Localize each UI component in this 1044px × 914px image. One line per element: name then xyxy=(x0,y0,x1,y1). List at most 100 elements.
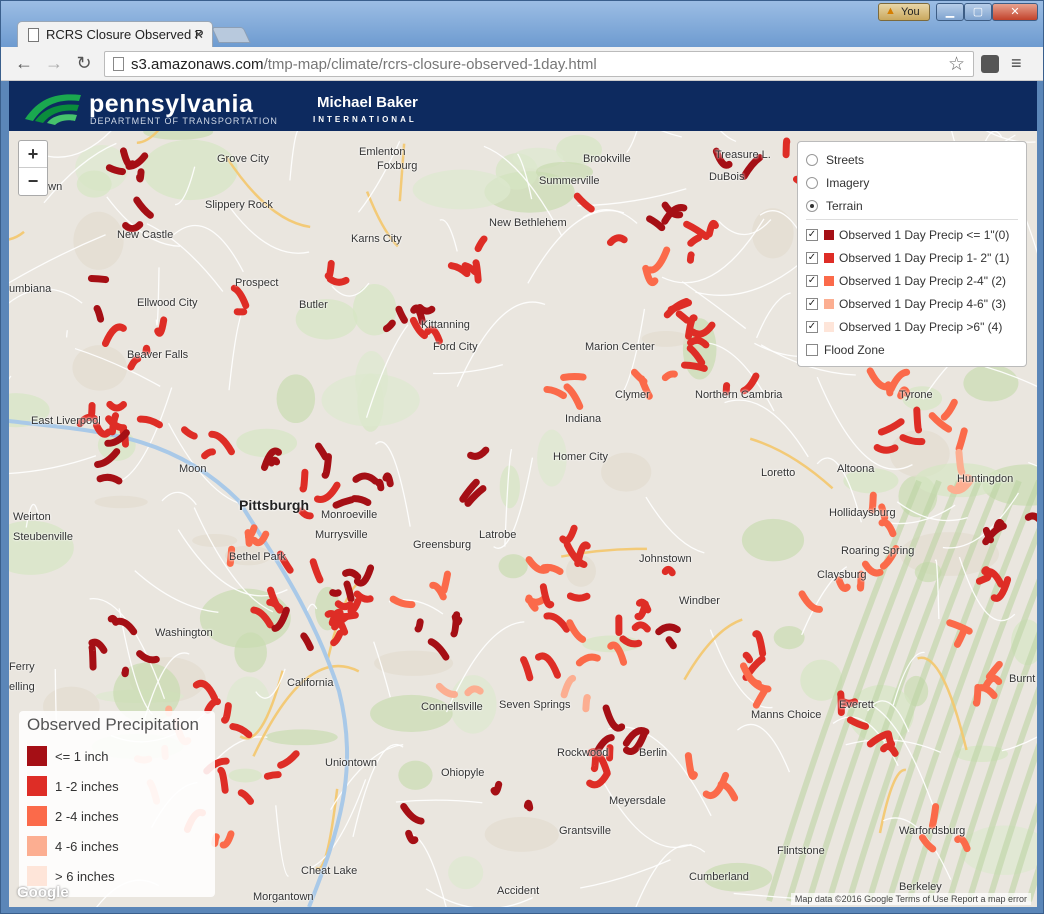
closure-segment[interactable] xyxy=(136,415,163,429)
overlay-layer-option[interactable]: ✓ Observed 1 Day Precip >6" (4) xyxy=(806,315,1018,338)
closure-segment[interactable] xyxy=(752,687,768,709)
forward-arrow-icon[interactable]: → xyxy=(43,52,65,74)
closure-segment[interactable] xyxy=(559,524,578,545)
closure-segment[interactable] xyxy=(332,496,355,509)
closure-segment[interactable] xyxy=(219,830,235,849)
closure-segment[interactable] xyxy=(661,370,678,382)
closure-segment[interactable] xyxy=(899,434,926,446)
closure-segment[interactable] xyxy=(745,673,772,693)
closure-segment[interactable] xyxy=(687,234,703,247)
zoom-out-button[interactable]: − xyxy=(19,168,47,195)
closure-segment[interactable] xyxy=(655,623,681,636)
zoom-in-button[interactable]: + xyxy=(19,141,47,168)
closure-segment[interactable] xyxy=(972,683,982,707)
checkbox[interactable]: ✓ xyxy=(806,320,818,333)
overlay-layer-option[interactable]: ✓ Observed 1 Day Precip 1- 2" (1) xyxy=(806,246,1018,269)
closure-segment[interactable] xyxy=(329,589,342,597)
closure-segment[interactable] xyxy=(877,418,905,436)
closure-segment[interactable] xyxy=(300,632,314,652)
closure-segment[interactable] xyxy=(686,251,695,264)
closure-segment[interactable] xyxy=(324,259,335,280)
closure-segment[interactable] xyxy=(352,472,379,485)
closure-segment[interactable] xyxy=(88,644,97,671)
closure-segment[interactable] xyxy=(913,406,923,434)
closure-segment[interactable] xyxy=(416,303,436,315)
closure-segment[interactable] xyxy=(955,427,968,453)
reload-icon[interactable]: ↻ xyxy=(73,52,95,74)
closure-segment[interactable] xyxy=(975,574,992,585)
closure-segment[interactable] xyxy=(133,196,154,219)
closure-segment[interactable] xyxy=(582,694,591,713)
closure-segment[interactable] xyxy=(835,576,851,592)
closure-segment[interactable] xyxy=(940,398,958,421)
base-layer-option[interactable]: Imagery xyxy=(806,171,1018,194)
closure-segment[interactable] xyxy=(405,829,419,845)
overlay-layer-option[interactable]: ✓ Observed 1 Day Precip 2-4" (2) xyxy=(806,269,1018,292)
closure-segment[interactable] xyxy=(866,367,893,391)
closure-segment[interactable] xyxy=(742,651,754,664)
closure-segment[interactable] xyxy=(646,215,666,232)
closure-segment[interactable] xyxy=(333,611,359,621)
closure-segment[interactable] xyxy=(93,304,105,323)
closure-segment[interactable] xyxy=(474,235,488,253)
closure-segment[interactable] xyxy=(563,383,584,410)
bookmark-star-icon[interactable]: ☆ xyxy=(948,53,965,76)
menu-icon[interactable]: ≡ xyxy=(1011,53,1022,74)
closure-segment[interactable] xyxy=(560,674,577,699)
user-profile-button[interactable]: ▲ You xyxy=(878,3,930,21)
closure-segment[interactable] xyxy=(353,590,374,603)
address-bar[interactable]: s3.amazonaws.com/tmp-map/climate/rcrs-cl… xyxy=(104,51,974,77)
closure-segment[interactable] xyxy=(1024,512,1037,531)
closure-segment[interactable] xyxy=(414,618,424,633)
closure-segment[interactable] xyxy=(424,325,443,345)
radio-button[interactable] xyxy=(806,199,818,212)
closure-segment[interactable] xyxy=(112,617,138,636)
closure-segment[interactable] xyxy=(520,656,534,682)
closure-segment[interactable] xyxy=(534,652,561,679)
closure-segment[interactable] xyxy=(375,478,385,492)
closure-segment[interactable] xyxy=(631,621,651,633)
overlay-layer-option[interactable]: Flood Zone xyxy=(806,338,1018,361)
radio-button[interactable] xyxy=(806,176,818,189)
closure-segment[interactable] xyxy=(342,568,362,581)
closure-segment[interactable] xyxy=(106,400,127,412)
closure-segment[interactable] xyxy=(350,495,372,507)
closure-segment[interactable] xyxy=(560,372,587,381)
closure-segment[interactable] xyxy=(201,448,217,460)
new-tab-button[interactable] xyxy=(211,27,251,43)
closure-segment[interactable] xyxy=(382,319,396,333)
closure-segment[interactable] xyxy=(981,566,993,579)
overlay-layer-option[interactable]: ✓ Observed 1 Day Precip <= 1"(0) xyxy=(806,223,1018,246)
overlay-layer-option[interactable]: ✓ Observed 1 Day Precip 4-6" (3) xyxy=(806,292,1018,315)
closure-segment[interactable] xyxy=(315,442,329,461)
minimize-button[interactable]: ▁ xyxy=(936,3,964,21)
closure-segment[interactable] xyxy=(119,147,137,169)
closure-segment[interactable] xyxy=(946,619,973,635)
map-canvas[interactable]: Grove City Emlenton Foxburg Brookville Summe… xyxy=(9,131,1037,907)
closure-segment[interactable] xyxy=(451,613,463,626)
closure-segment[interactable] xyxy=(472,259,482,284)
closure-segment[interactable] xyxy=(955,448,966,476)
checkbox[interactable]: ✓ xyxy=(806,228,818,241)
closure-segment[interactable] xyxy=(602,704,626,732)
closure-segment[interactable] xyxy=(101,323,127,348)
closure-segment[interactable] xyxy=(586,769,611,789)
closure-segment[interactable] xyxy=(277,750,300,769)
closure-segment[interactable] xyxy=(680,361,708,372)
closure-segment[interactable] xyxy=(661,565,676,577)
closure-segment[interactable] xyxy=(717,780,739,802)
closure-segment[interactable] xyxy=(382,472,394,488)
checkbox[interactable]: ✓ xyxy=(806,297,818,310)
closure-segment[interactable] xyxy=(982,526,994,544)
closure-segment[interactable] xyxy=(121,666,129,678)
closure-segment[interactable] xyxy=(490,780,503,796)
closure-segment[interactable] xyxy=(993,518,1005,531)
closure-segment[interactable] xyxy=(798,590,824,613)
closure-segment[interactable] xyxy=(665,636,677,650)
closure-segment[interactable] xyxy=(878,518,897,538)
closure-segment[interactable] xyxy=(96,473,123,485)
closure-segment[interactable] xyxy=(136,650,160,664)
closure-segment[interactable] xyxy=(543,612,571,633)
closure-segment[interactable] xyxy=(873,444,899,454)
closure-segment[interactable] xyxy=(321,453,332,479)
